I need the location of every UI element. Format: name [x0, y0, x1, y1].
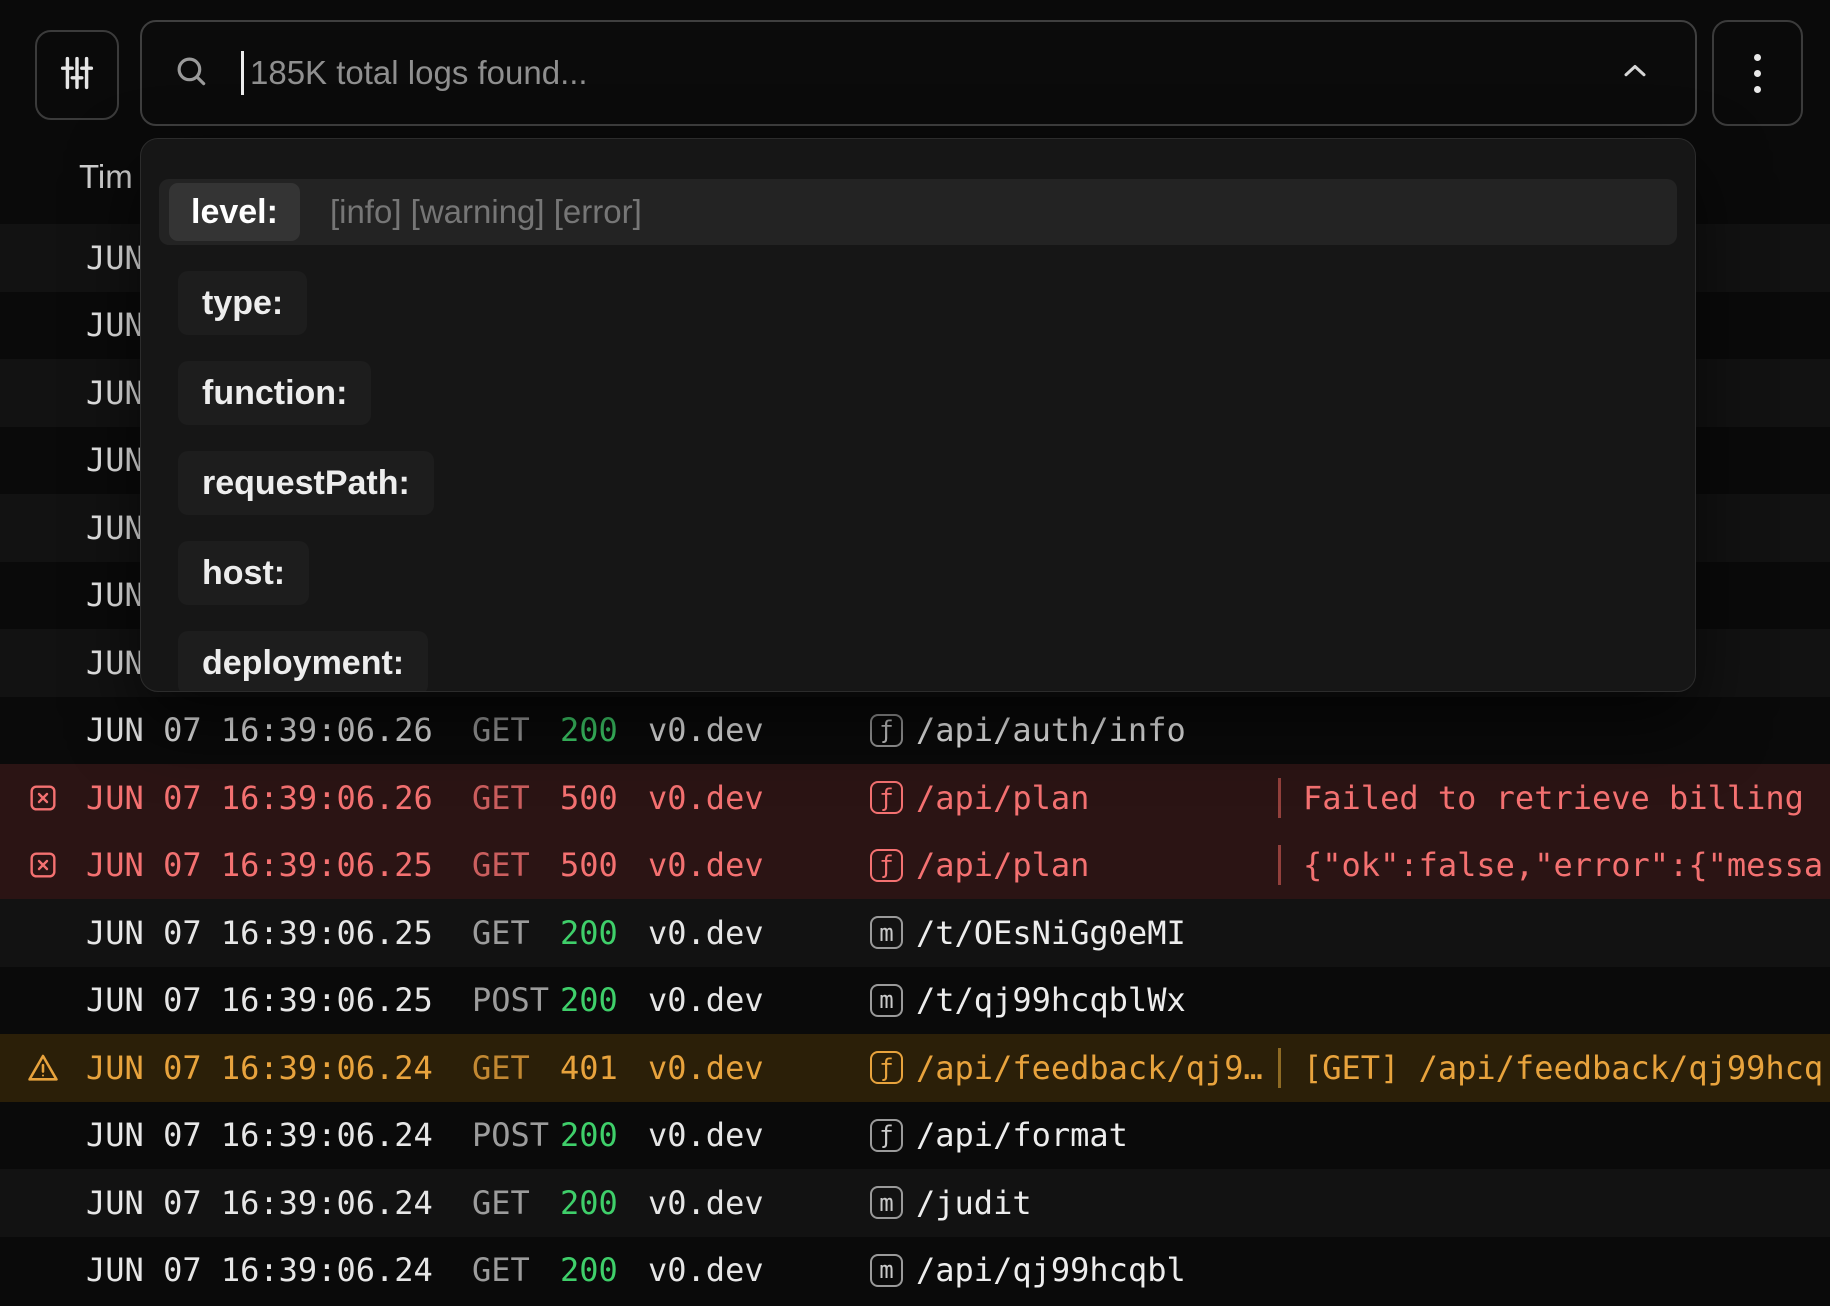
suggestion-label: deployment:	[202, 644, 404, 683]
function-icon: ƒ	[870, 849, 916, 882]
log-time: JUN 07 16:39:06.25	[86, 914, 472, 952]
function-icon: ƒ	[870, 1119, 916, 1152]
log-time: JUN 07 16:39:06.25	[86, 981, 472, 1019]
host: v0.dev	[648, 779, 870, 817]
log-time: JUN 07 16:39:06.24	[86, 1049, 472, 1087]
host: v0.dev	[648, 981, 870, 1019]
sliders-icon	[54, 50, 100, 101]
kebab-menu-icon	[1754, 54, 1761, 93]
http-method: GET	[472, 846, 560, 884]
host: v0.dev	[648, 1251, 870, 1289]
function-icon: ƒ	[870, 1051, 916, 1084]
function-icon: ƒ	[870, 714, 916, 747]
text-caret	[241, 51, 244, 95]
request-path: /api/auth/info	[916, 711, 1186, 749]
middleware-icon: m	[870, 1254, 916, 1287]
warning-icon	[0, 1051, 86, 1085]
http-method: POST	[472, 981, 560, 1019]
suggestion-label: type:	[202, 284, 283, 323]
search-bar[interactable]	[140, 20, 1697, 126]
host: v0.dev	[648, 711, 870, 749]
time-column-header: Tim	[79, 158, 133, 196]
request-path: /t/OEsNiGg0eMI	[916, 914, 1186, 952]
host: v0.dev	[648, 914, 870, 952]
http-method: GET	[472, 1251, 560, 1289]
overflow-menu-button[interactable]	[1712, 20, 1803, 126]
suggestion-label: host:	[202, 554, 285, 593]
middleware-icon: m	[870, 984, 916, 1017]
request-path: /api/plan	[916, 846, 1278, 884]
log-row[interactable]: JUN 07 16:39:06.24 GET 200 v0.dev m /jud…	[0, 1169, 1830, 1237]
host: v0.dev	[648, 1116, 870, 1154]
toolbar	[0, 0, 1830, 130]
request-path: /t/qj99hcqblWx	[916, 981, 1186, 1019]
host: v0.dev	[648, 1049, 870, 1087]
status-code: 200	[560, 981, 648, 1019]
request-path: /judit	[916, 1184, 1032, 1222]
host: v0.dev	[648, 846, 870, 884]
log-row-error[interactable]: JUN 07 16:39:06.26 GET 500 v0.dev ƒ /api…	[0, 764, 1830, 832]
http-method: GET	[472, 1184, 560, 1222]
suggestion-function[interactable]: function:	[178, 361, 371, 425]
log-row[interactable]: JUN 07 16:39:06.24 GET 200 v0.dev m /api…	[0, 1237, 1830, 1305]
log-time: JUN 07 16:39:06.26	[86, 711, 472, 749]
log-row-warning[interactable]: JUN 07 16:39:06.24 GET 401 v0.dev ƒ /api…	[0, 1034, 1830, 1102]
status-code: 200	[560, 914, 648, 952]
request-path: /api/qj99hcqbl	[916, 1251, 1186, 1289]
suggestion-label: level:	[169, 183, 300, 241]
log-row-error[interactable]: JUN 07 16:39:06.25 GET 500 v0.dev ƒ /api…	[0, 832, 1830, 900]
host: v0.dev	[648, 1184, 870, 1222]
suggestion-label: requestPath:	[202, 464, 410, 503]
suggestion-level[interactable]: level: [info] [warning] [error]	[159, 179, 1677, 245]
filter-suggestions-dropdown: level: [info] [warning] [error] type: fu…	[140, 138, 1696, 692]
middleware-icon: m	[870, 916, 916, 949]
function-icon: ƒ	[870, 781, 916, 814]
status-code: 200	[560, 1184, 648, 1222]
search-icon	[172, 52, 210, 95]
http-method: GET	[472, 914, 560, 952]
middleware-icon: m	[870, 1186, 916, 1219]
suggestion-label: function:	[202, 374, 347, 413]
request-path: /api/format	[916, 1116, 1128, 1154]
log-time: JUN 07 16:39:06.24	[86, 1251, 472, 1289]
status-code: 200	[560, 711, 648, 749]
logs-screen: Tim JUN JUN JUN JUN JUN JUN JUN JUN 07 1…	[0, 0, 1830, 1306]
suggestion-host[interactable]: host:	[178, 541, 309, 605]
log-time: JUN 07 16:39:06.25	[86, 846, 472, 884]
status-code: 401	[560, 1049, 648, 1087]
log-message: {"ok":false,"error":{"messa	[1303, 846, 1823, 884]
error-icon	[0, 782, 86, 814]
log-message: [GET] /api/feedback/qj99hcq	[1303, 1049, 1823, 1087]
http-method: GET	[472, 711, 560, 749]
message-divider	[1278, 778, 1281, 818]
suggestion-type[interactable]: type:	[178, 271, 307, 335]
status-code: 500	[560, 846, 648, 884]
suggestion-request-path[interactable]: requestPath:	[178, 451, 434, 515]
filter-button[interactable]	[35, 30, 119, 120]
log-time: JUN 07 16:39:06.26	[86, 779, 472, 817]
error-icon	[0, 849, 86, 881]
log-row[interactable]: JUN 07 16:39:06.25 GET 200 v0.dev m /t/O…	[0, 899, 1830, 967]
chevron-up-icon[interactable]	[1617, 53, 1653, 94]
http-method: POST	[472, 1116, 560, 1154]
log-row[interactable]: JUN 07 16:39:06.24 POST 200 v0.dev ƒ /ap…	[0, 1102, 1830, 1170]
message-divider	[1278, 1048, 1281, 1088]
log-time: JUN 07 16:39:06.24	[86, 1116, 472, 1154]
log-message: Failed to retrieve billing	[1303, 779, 1823, 817]
status-code: 200	[560, 1251, 648, 1289]
log-time: JUN 07 16:39:06.24	[86, 1184, 472, 1222]
status-code: 200	[560, 1116, 648, 1154]
http-method: GET	[472, 1049, 560, 1087]
http-method: GET	[472, 779, 560, 817]
status-code: 500	[560, 779, 648, 817]
log-row[interactable]: JUN 07 16:39:06.25 POST 200 v0.dev m /t/…	[0, 967, 1830, 1035]
search-input[interactable]	[250, 54, 1617, 92]
message-divider	[1278, 845, 1281, 885]
log-row[interactable]: JUN 07 16:39:06.26 GET 200 v0.dev ƒ /api…	[0, 697, 1830, 765]
suggestion-deployment[interactable]: deployment:	[178, 631, 428, 692]
suggestion-hint: [info] [warning] [error]	[330, 193, 642, 231]
request-path: /api/plan	[916, 779, 1278, 817]
request-path: /api/feedback/qj9…	[916, 1049, 1278, 1087]
